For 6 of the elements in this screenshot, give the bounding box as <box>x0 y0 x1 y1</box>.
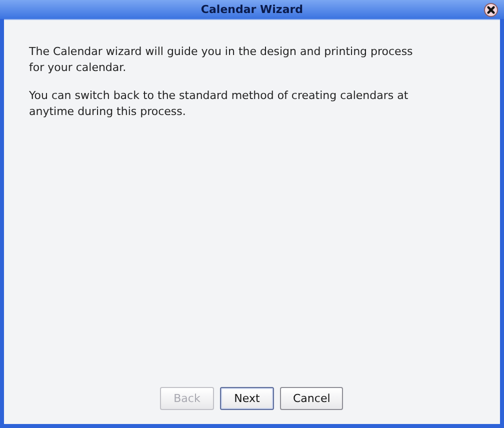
instruction-text: The Calendar wizard will guide you in the design and printing process for your calendar. <box>29 44 414 76</box>
wizard-button[interactable]: Next <box>220 387 274 410</box>
window-title: Calendar Wizard <box>200 3 304 16</box>
close-icon[interactable] <box>484 3 498 17</box>
wizard-button[interactable]: Cancel <box>280 387 344 410</box>
instruction-text: You can switch back to the standard method of creating calendars at anytime during this process. <box>29 88 410 120</box>
